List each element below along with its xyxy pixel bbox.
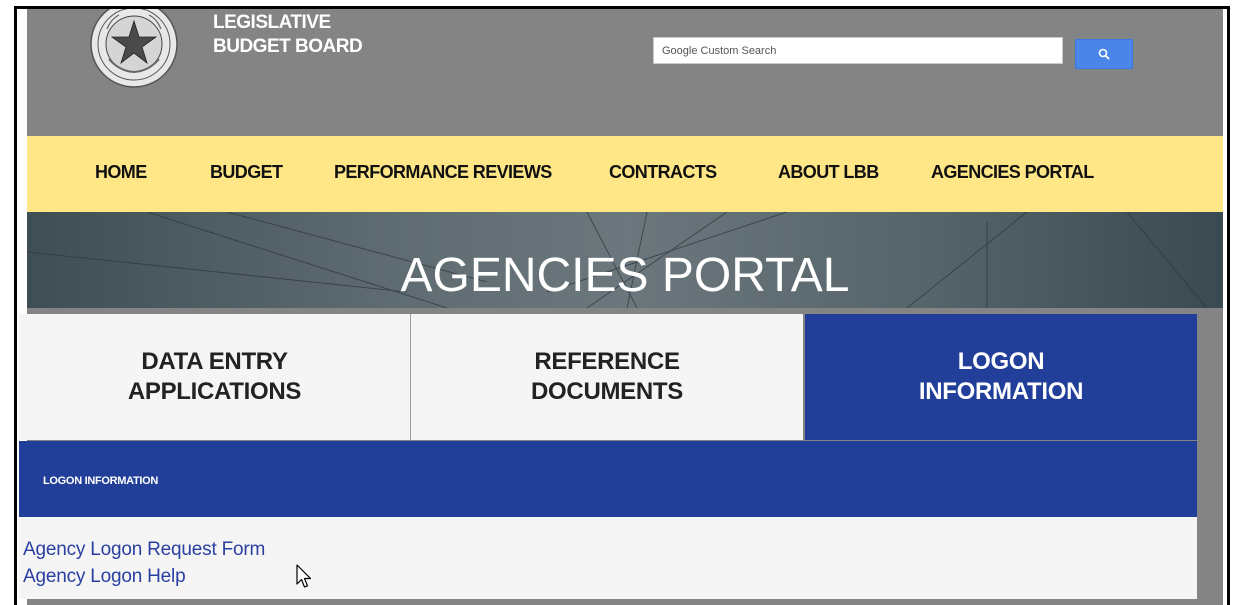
tab-label-line2: APPLICATIONS [127, 378, 302, 405]
tab-data-entry-applications[interactable]: DATA ENTRY APPLICATIONS [19, 314, 411, 440]
section-title: LOGON INFORMATION [43, 475, 159, 487]
site-header: LEGISLATIVE BUDGET BOARD [27, 9, 1223, 136]
nav-contracts[interactable]: CONTRACTS [609, 162, 717, 183]
tab-label-line2: INFORMATION [918, 378, 1084, 405]
tab-label-line1: LOGON [957, 348, 1045, 375]
nav-agencies-portal[interactable]: AGENCIES PORTAL [931, 162, 1094, 183]
org-name[interactable]: LEGISLATIVE BUDGET BOARD [213, 11, 363, 59]
search-button[interactable] [1075, 39, 1133, 69]
search-input[interactable] [653, 37, 1063, 64]
hero-banner: AGENCIES PORTAL [27, 212, 1223, 308]
tab-label-line1: DATA ENTRY [141, 348, 288, 375]
nav-home[interactable]: HOME [95, 162, 147, 183]
tab-label: LOGON INFORMATION [918, 347, 1084, 407]
banner-title: AGENCIES PORTAL [400, 249, 850, 302]
nav-performance-reviews[interactable]: PERFORMANCE REVIEWS [334, 162, 552, 183]
org-name-line2: BUDGET BOARD [213, 36, 363, 57]
nav-budget[interactable]: BUDGET [210, 162, 283, 183]
tab-label-line1: REFERENCE [534, 348, 680, 375]
tab-logon-information[interactable]: LOGON INFORMATION [805, 314, 1197, 440]
tab-label: DATA ENTRY APPLICATIONS [127, 347, 302, 407]
nav-about-lbb[interactable]: ABOUT LBB [778, 162, 879, 183]
link-agency-logon-request-form[interactable]: Agency Logon Request Form [23, 539, 265, 561]
main-nav: HOME BUDGET PERFORMANCE REVIEWS CONTRACT… [27, 136, 1223, 212]
tab-label-line2: DOCUMENTS [531, 378, 683, 405]
texas-state-seal-icon[interactable] [89, 6, 179, 89]
link-agency-logon-help[interactable]: Agency Logon Help [23, 566, 186, 588]
mouse-pointer-icon [296, 564, 312, 588]
tab-label: REFERENCE DOCUMENTS [531, 347, 683, 407]
tab-reference-documents[interactable]: REFERENCE DOCUMENTS [411, 314, 803, 440]
search-icon [1098, 48, 1110, 60]
org-name-line1: LEGISLATIVE [213, 12, 331, 33]
links-area: Agency Logon Request Form Agency Logon H… [19, 517, 1197, 599]
section-header: LOGON INFORMATION [19, 441, 1197, 517]
